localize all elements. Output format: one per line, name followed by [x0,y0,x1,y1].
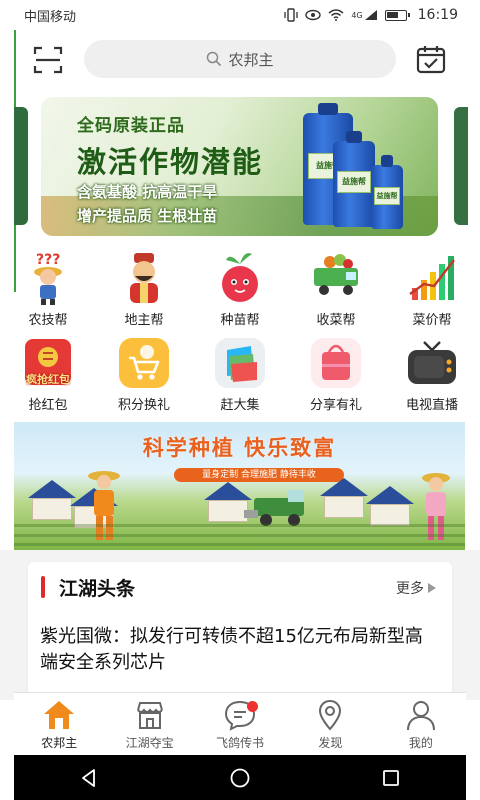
tab-jianghuduobao[interactable]: 江湖夺宝 [104,693,194,754]
tab-label: 江湖夺宝 [125,736,174,750]
house-illustration [320,478,368,518]
grid-item-dianshizhibo[interactable]: 电视直播 [384,335,480,413]
price-chart-icon [409,256,455,300]
search-input[interactable]: 农邦主 [84,40,396,78]
grid-item-caijiabang[interactable]: 菜价帮 [384,250,480,328]
carousel-next-peek[interactable] [454,107,468,225]
grid-item-nongjibang[interactable]: ??? 农技帮 [0,250,96,328]
bottom-tab-bar: 农邦主 江湖夺宝 飞鸽传书 发现 我的 [14,692,466,754]
tab-nongbangzhu[interactable]: 农邦主 [14,693,104,754]
hero-line4: 增产提品质 生根壮苗 [77,207,218,225]
house-illustration [28,480,76,520]
tv-icon [408,341,456,384]
grid-label: 农技帮 [28,313,68,328]
signal-icon [364,10,377,20]
grid-label: 收菜帮 [316,313,356,328]
harvester-illustration [244,490,304,526]
hero-line3: 含氨基酸 抗高温干旱 [77,183,218,201]
hero-line2: 激活作物潜能 [77,145,264,179]
shop-icon [136,702,163,729]
grid-item-gandaji[interactable]: 赶大集 [192,335,288,413]
more-label: 更多 [396,581,424,597]
promo-title: 科学种植 快乐致富 [142,436,337,460]
grid-item-fenxiangyouli[interactable]: 分享有礼 [288,335,384,413]
house-illustration [366,486,414,526]
bottle-label: 益施帮 [374,187,400,205]
search-placeholder: 农邦主 [228,50,274,69]
home-circle-icon [230,768,250,787]
tab-label: 发现 [318,736,343,750]
radish-mascot-icon [222,253,258,302]
promo-ribbon: 量身定制 合理施肥 静待丰收 [174,468,344,482]
person-icon [406,701,435,731]
red-packet-badge: 疯抢红包 [26,373,70,386]
grid-label: 地主帮 [124,313,164,328]
triangle-right-icon [428,583,436,593]
tab-wode[interactable]: 我的 [376,693,466,754]
news-card: 江湖头条 更多 紫光国微：拟发行可转债不超15亿元布局新型高端安全系列芯片 [28,562,452,702]
grid-label: 菜价帮 [412,313,452,328]
home-button[interactable] [220,758,260,798]
promo-banner[interactable]: 科学种植 快乐致富 量身定制 合理施肥 静待丰收 [14,422,465,550]
carrier-label: 中国移动 [24,9,77,25]
tab-label: 飞鸽传书 [216,736,265,750]
points-cart-icon [119,338,169,388]
tab-feigechuanshu[interactable]: 飞鸽传书 [195,693,285,754]
search-icon [207,51,222,67]
eye-icon [305,9,322,21]
wifi-icon [328,9,344,21]
recents-button[interactable] [371,758,411,798]
grid-label: 抢红包 [28,398,68,413]
back-triangle-icon [82,768,96,787]
landlord-icon [130,253,158,303]
vibrate-icon [284,8,298,22]
hero-banner[interactable]: 全码原装正品 激活作物潜能 含氨基酸 抗高温干旱 增产提品质 生根壮苗 益施帮 … [41,97,438,236]
grid-label: 电视直播 [405,398,458,413]
recents-square-icon [382,769,399,786]
tab-label: 我的 [408,736,433,750]
news-headline[interactable]: 紫光国微：拟发行可转债不超15亿元布局新型高端安全系列芯片 [40,624,440,676]
calendar-check-icon[interactable] [415,43,447,75]
grid-label: 积分换礼 [117,398,170,413]
network-label: 4G [351,10,363,20]
grid-item-zhongmiaobang[interactable]: 种苗帮 [192,250,288,328]
notification-dot [246,701,258,712]
home-icon [44,701,75,729]
more-link[interactable]: 更多 [396,578,436,598]
status-bar: 中国移动 4G 16:19 [0,0,480,30]
svg-text:???: ??? [36,252,60,268]
farmer-question-icon: ??? [34,252,62,305]
tab-label: 农邦主 [41,736,78,750]
battery-icon [384,9,410,21]
hero-line1: 全码原装正品 [77,116,185,136]
product-bottle-medium: 益施帮 [333,131,375,227]
news-heading: 江湖头条 [59,578,136,600]
grid-item-shoucaibang[interactable]: 收菜帮 [288,250,384,328]
grid-label: 种苗帮 [220,313,260,328]
grid-item-dizhubang[interactable]: 地主帮 [96,250,192,328]
grid-label: 赶大集 [220,398,260,413]
grid-item-qianghongbao[interactable]: 疯抢红包 抢红包 [0,335,96,413]
top-header: 农邦主 [0,30,480,90]
app-screen: 中国移动 4G 16:19 农邦主 全码原装正品 激活作物潜能 含氨基酸 抗高温… [0,0,480,800]
feature-grid-row1: ??? 农技帮 地主帮 种苗帮 收菜帮 菜价帮 [0,250,480,328]
location-icon [319,699,342,731]
grid-item-jifenhuanli[interactable]: 积分换礼 [96,335,192,413]
feature-grid-row2: 疯抢红包 抢红包 积分换礼 赶大集 分享有礼 电视直播 [0,335,480,413]
tab-faxian[interactable]: 发现 [285,693,375,754]
carousel-prev-peek[interactable] [14,107,28,225]
news-accent-bar [41,576,45,598]
grid-label: 分享有礼 [309,398,362,413]
back-button[interactable] [69,758,109,798]
product-bottle-small: 益施帮 [371,155,403,229]
scan-icon[interactable] [32,44,64,76]
market-wallet-icon [215,338,265,388]
vegetable-truck-icon [314,254,358,295]
status-icons: 4G 16:19 [284,7,458,23]
gift-bag-icon [311,338,361,388]
system-nav-bar [14,755,466,800]
clock: 16:19 [417,7,458,23]
bottle-label: 益施帮 [337,171,371,193]
